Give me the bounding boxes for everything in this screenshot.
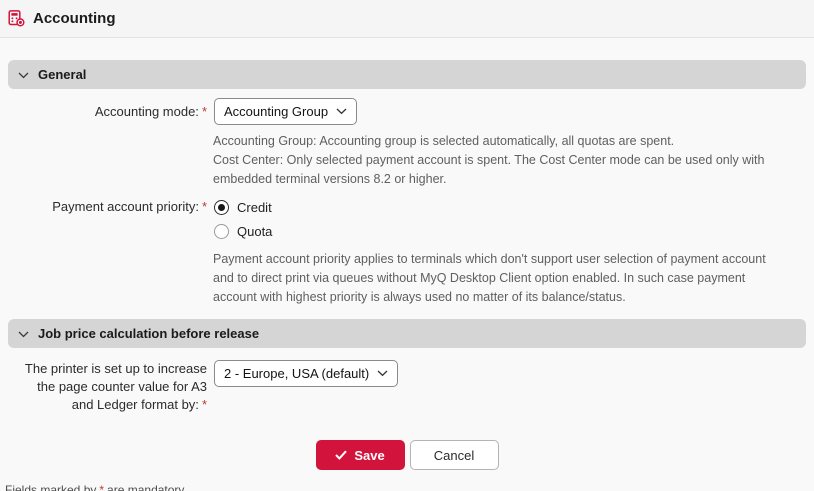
chevron-down-icon: [336, 108, 347, 115]
radio-option-quota[interactable]: Quota: [214, 224, 272, 239]
required-asterisk: *: [202, 104, 207, 119]
section-header-general[interactable]: General: [8, 60, 806, 89]
radio-option-credit[interactable]: Credit: [214, 200, 272, 215]
accounting-mode-select[interactable]: Accounting Group: [214, 98, 357, 125]
radio-quota[interactable]: [214, 224, 229, 239]
accounting-calculator-icon: [8, 10, 25, 27]
payment-priority-label: Payment account priority:*: [8, 199, 207, 214]
page-counter-value: 2 - Europe, USA (default): [224, 366, 369, 381]
section-title-job-price: Job price calculation before release: [38, 326, 259, 341]
section-title-general: General: [38, 67, 86, 82]
payment-priority-row: Payment account priority:* Credit Quota: [8, 199, 806, 239]
required-asterisk: *: [202, 397, 207, 412]
help-line: Cost Center: Only selected payment accou…: [213, 151, 789, 189]
page-header: Accounting: [0, 0, 814, 38]
chevron-down-icon: [377, 370, 388, 377]
action-buttons: Save Cancel: [8, 440, 806, 470]
chevron-down-icon: [18, 331, 29, 338]
cancel-button[interactable]: Cancel: [410, 440, 499, 470]
page-counter-select[interactable]: 2 - Europe, USA (default): [214, 360, 398, 387]
checkmark-icon: [335, 450, 347, 460]
radio-credit[interactable]: [214, 200, 229, 215]
required-asterisk: *: [202, 199, 207, 214]
payment-priority-radio-group: Credit Quota: [214, 199, 272, 239]
section-header-job-price[interactable]: Job price calculation before release: [8, 319, 806, 348]
accounting-mode-label: Accounting mode:*: [8, 104, 207, 120]
accounting-mode-help: Accounting Group: Accounting group is se…: [213, 132, 789, 189]
help-line: Accounting Group: Accounting group is se…: [213, 132, 789, 151]
save-button[interactable]: Save: [316, 440, 405, 470]
help-line: Payment account priority applies to term…: [213, 250, 789, 307]
accounting-mode-value: Accounting Group: [224, 104, 328, 119]
page-counter-row: The printer is set up to increase the pa…: [8, 360, 806, 414]
page-title: Accounting: [33, 10, 116, 27]
chevron-down-icon: [18, 72, 29, 79]
payment-priority-help: Payment account priority applies to term…: [213, 250, 789, 307]
radio-quota-label: Quota: [237, 224, 272, 239]
required-asterisk: *: [99, 483, 104, 491]
accounting-mode-row: Accounting mode:* Accounting Group: [8, 98, 806, 125]
page-counter-label: The printer is set up to increase the pa…: [8, 360, 207, 414]
mandatory-fields-note: Fields marked by*are mandatory.: [0, 483, 814, 491]
radio-credit-label: Credit: [237, 200, 272, 215]
